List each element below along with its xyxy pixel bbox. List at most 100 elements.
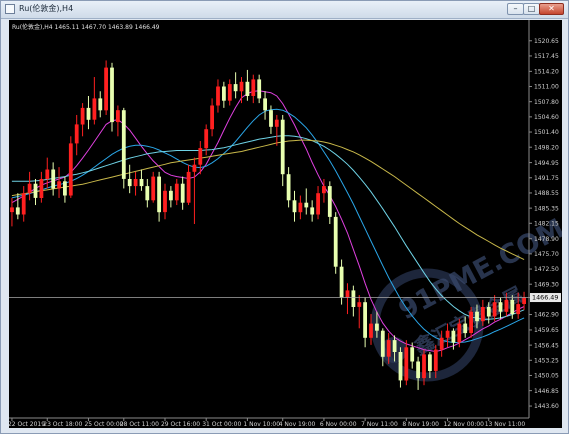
candle-body <box>127 179 132 187</box>
candle-body <box>227 84 232 101</box>
candle-body <box>410 347 415 362</box>
chart-canvas[interactable]: 91PME.COM 鑫汇宝贵金属 1520.651517.451514.2015… <box>9 20 562 428</box>
candle-body <box>233 84 238 92</box>
candle-body <box>339 266 344 298</box>
candle-body <box>404 347 409 381</box>
candle-body <box>345 290 350 298</box>
candle-body <box>51 169 56 189</box>
chart-info-label: Ru(伦敦金),H4 1465.11 1467.70 1463.89 1466.… <box>12 23 160 31</box>
candle-body <box>63 181 67 196</box>
candle-body <box>133 179 138 187</box>
candle-body <box>222 86 226 101</box>
candle-body <box>110 67 114 123</box>
candle-body <box>439 337 444 350</box>
maximize-button[interactable]: □ <box>523 3 540 15</box>
price-tick-label: 1443.60 <box>534 403 559 410</box>
price-tick-label: 1514.20 <box>534 69 559 76</box>
candle-body <box>310 207 315 215</box>
candle-body <box>263 98 267 111</box>
candle-body <box>274 119 279 127</box>
time-tick-label: 8 Nov 19:00 <box>402 421 439 428</box>
candle-body <box>57 181 61 189</box>
candle-body <box>475 311 479 322</box>
price-tick-label: 1453.25 <box>534 357 559 364</box>
price-tick-label: 1491.75 <box>534 175 559 182</box>
candle-body <box>21 193 26 215</box>
candle-body <box>451 330 456 343</box>
candle-body <box>428 354 432 371</box>
candle-body <box>186 171 191 203</box>
candle-body <box>486 307 491 317</box>
candle-body <box>463 323 468 334</box>
candle-body <box>121 110 126 179</box>
candle-body <box>369 323 373 338</box>
minimize-button[interactable]: – <box>507 3 524 15</box>
candle-body <box>86 107 91 120</box>
chart-window: Ru(伦敦金),H4 – □ ✕ 91PME.COM 鑫汇宝贵金属 1520.6… <box>0 0 569 434</box>
candle-body <box>139 179 144 187</box>
candle-body <box>239 81 244 92</box>
time-tick-label: 22 Oct 2019 <box>9 421 45 428</box>
candle-body <box>498 302 503 312</box>
price-tick-label: 1478.90 <box>534 236 559 243</box>
candle-body <box>204 129 209 149</box>
time-tick-label: 6 Nov 00:00 <box>320 421 357 428</box>
price-tick-label: 1511.00 <box>534 84 559 91</box>
candle-body <box>92 98 97 120</box>
candle-body <box>74 124 79 144</box>
candle-body <box>104 67 108 111</box>
candle-body <box>15 207 20 215</box>
candle-body <box>251 79 256 96</box>
time-tick-label: 31 Oct 00:00 <box>202 421 241 428</box>
close-button[interactable]: ✕ <box>539 3 564 15</box>
candle-body <box>292 200 297 213</box>
candle-body <box>363 302 367 338</box>
candle-body <box>198 148 203 165</box>
price-tick-label: 1469.30 <box>534 281 559 288</box>
candle-body <box>98 98 103 111</box>
price-tick-label: 1498.20 <box>534 144 559 151</box>
candle-body <box>433 349 438 371</box>
candle-body <box>151 176 156 201</box>
candle-body <box>192 164 197 172</box>
candle-body <box>145 186 150 201</box>
time-tick-label: 12 Nov 00:00 <box>444 421 485 428</box>
price-tick-label: 1456.45 <box>534 342 559 349</box>
time-tick-label: 29 Oct 16:00 <box>161 421 200 428</box>
candle-body <box>169 190 173 201</box>
time-tick-label: 4 Nov 19:00 <box>279 421 316 428</box>
candle-body <box>327 186 332 217</box>
candle-body <box>280 119 285 175</box>
time-tick-label: 25 Oct 00:00 <box>84 421 123 428</box>
candle-body <box>257 79 262 99</box>
candle-body <box>422 354 426 379</box>
time-tick-label: 23 Oct 18:00 <box>43 421 82 428</box>
window-titlebar[interactable]: Ru(伦敦金),H4 – □ ✕ <box>1 1 568 19</box>
candle-body <box>522 297 526 304</box>
candle-body <box>316 193 320 215</box>
price-tick-label: 1517.45 <box>534 53 559 60</box>
candle-body <box>398 352 403 381</box>
candle-body <box>375 323 379 331</box>
current-price-label: 1466.49 <box>532 294 558 302</box>
price-tick-label: 1462.90 <box>534 312 559 319</box>
candle-body <box>351 290 356 307</box>
candle-body <box>286 174 291 201</box>
price-tick-label: 1450.05 <box>534 373 559 380</box>
price-tick-label: 1488.55 <box>534 190 559 197</box>
time-tick-label: 7 Nov 11:00 <box>361 421 398 428</box>
candle-body <box>269 110 273 127</box>
candle-body <box>10 207 14 213</box>
price-tick-label: 1475.70 <box>534 251 559 258</box>
candle-body <box>27 183 32 194</box>
price-tick-label: 1446.85 <box>534 388 559 395</box>
candle-body <box>180 183 185 203</box>
price-tick-label: 1507.80 <box>534 99 559 106</box>
candle-body <box>216 86 220 106</box>
candle-body <box>33 183 38 198</box>
price-chart[interactable]: 91PME.COM 鑫汇宝贵金属 1520.65 1517.45 1514.20 15… <box>9 20 562 428</box>
candle-body <box>504 299 509 312</box>
candle-body <box>469 311 473 333</box>
candle-body <box>481 307 485 322</box>
candle-body <box>80 107 85 125</box>
